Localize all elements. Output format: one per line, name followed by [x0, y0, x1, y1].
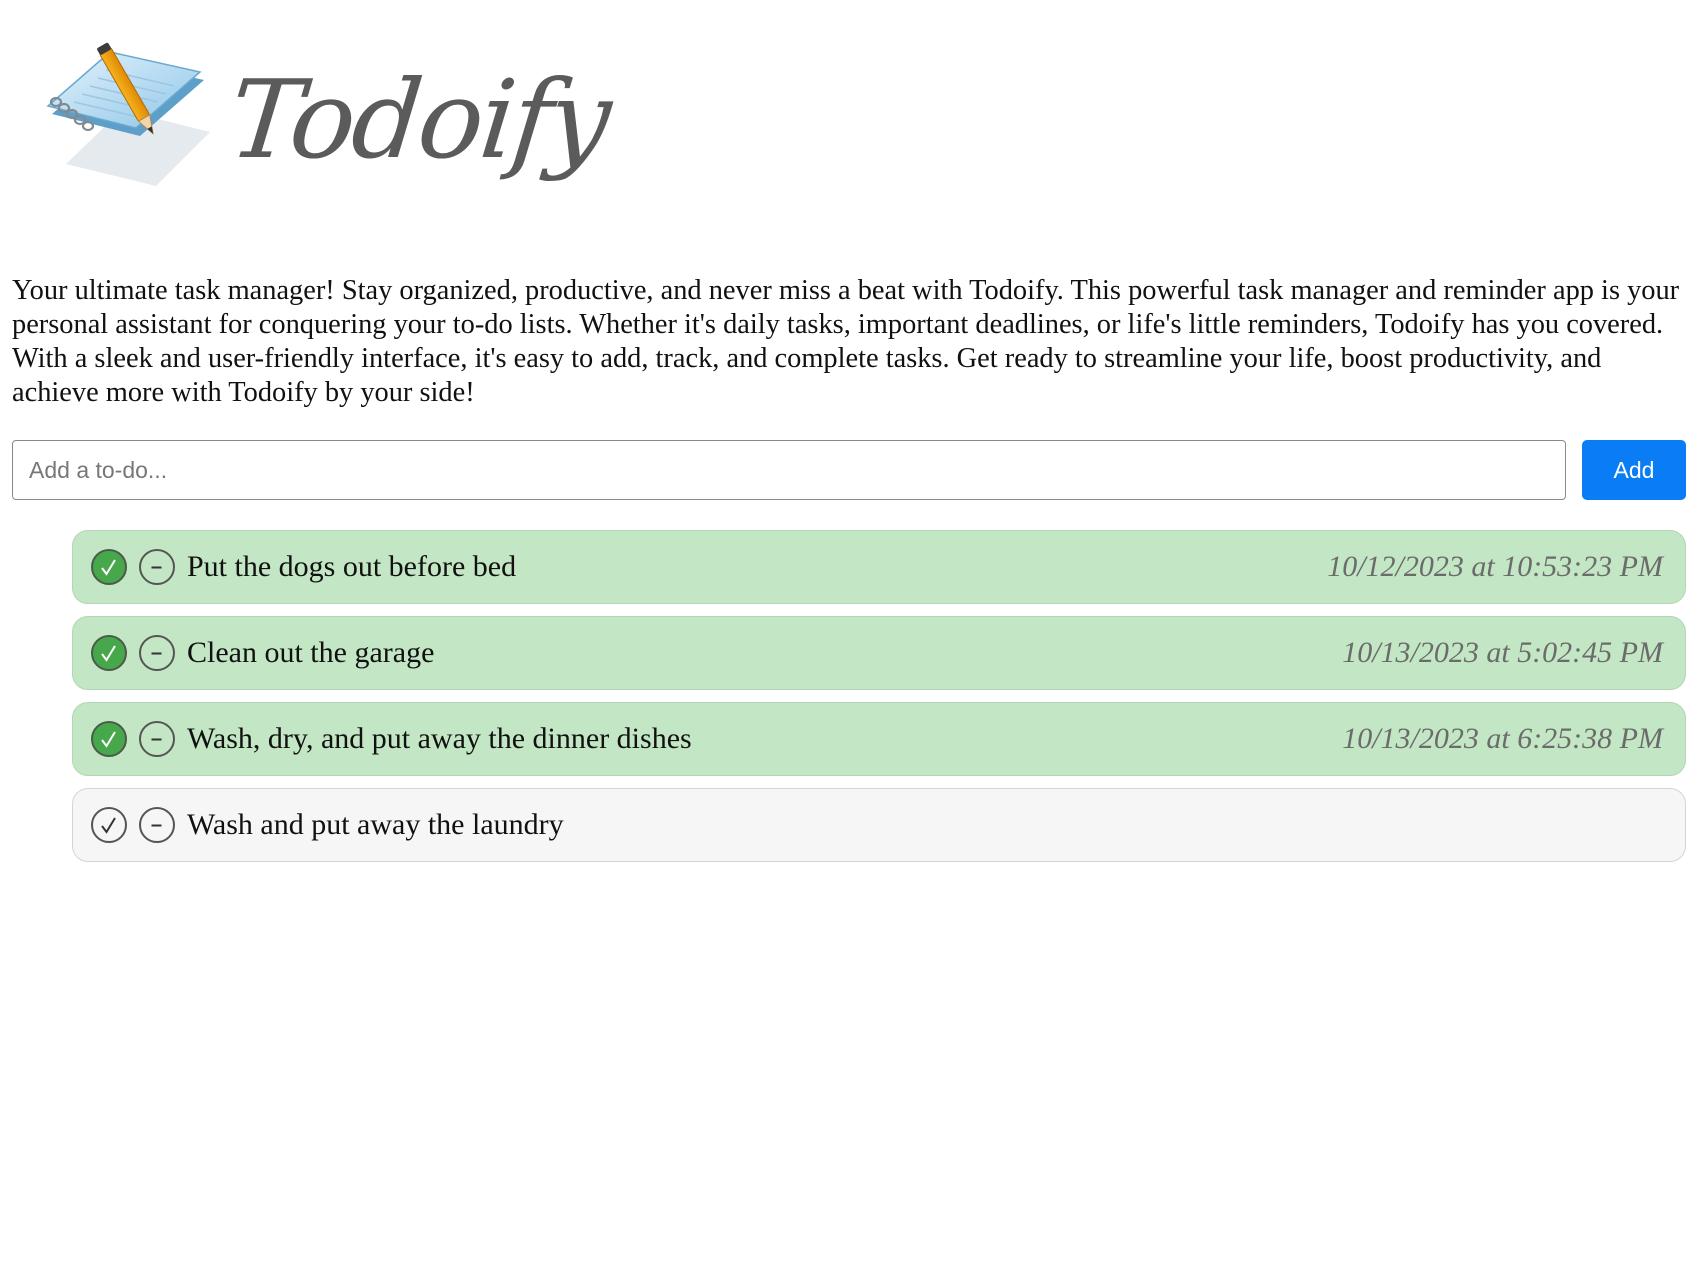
minus-circle-icon	[151, 566, 162, 568]
complete-toggle-button[interactable]	[91, 721, 127, 757]
todoify-page: Todoify Your ultimate task manager! Stay…	[0, 0, 1697, 1261]
todo-input[interactable]	[12, 440, 1566, 500]
todo-completed-at: 10/13/2023 at 6:25:38 PM	[1342, 722, 1663, 755]
todo-text: Wash and put away the laundry	[187, 808, 564, 841]
add-button[interactable]: Add	[1582, 440, 1686, 500]
todo-text: Wash, dry, and put away the dinner dishe…	[187, 722, 692, 755]
complete-toggle-button[interactable]	[91, 807, 127, 843]
todo-item: Wash, dry, and put away the dinner dishe…	[72, 702, 1686, 776]
check-circle-icon	[101, 644, 116, 662]
todo-item: Put the dogs out before bed 10/12/2023 a…	[72, 530, 1686, 604]
remove-todo-button[interactable]	[139, 721, 175, 757]
remove-todo-button[interactable]	[139, 807, 175, 843]
todo-item: Clean out the garage 10/13/2023 at 5:02:…	[72, 616, 1686, 690]
check-circle-icon	[101, 730, 116, 748]
complete-toggle-button[interactable]	[91, 549, 127, 585]
todo-text: Put the dogs out before bed	[187, 550, 517, 583]
complete-toggle-button[interactable]	[91, 635, 127, 671]
remove-todo-button[interactable]	[139, 635, 175, 671]
todo-list: Put the dogs out before bed 10/12/2023 a…	[72, 530, 1686, 874]
app-logo: Todoify	[44, 36, 614, 216]
app-title: Todoify	[223, 58, 614, 183]
minus-circle-icon	[151, 738, 162, 740]
notepad-pencil-icon	[46, 42, 210, 186]
todo-completed-at: 10/13/2023 at 5:02:45 PM	[1342, 636, 1663, 669]
minus-circle-icon	[151, 824, 162, 826]
minus-circle-icon	[151, 652, 162, 654]
todo-completed-at: 10/12/2023 at 10:53:23 PM	[1327, 550, 1663, 583]
check-circle-icon	[101, 558, 116, 576]
check-circle-icon	[101, 816, 116, 834]
add-todo-form: Add	[12, 440, 1686, 500]
todo-item: Wash and put away the laundry	[72, 788, 1686, 862]
todo-text: Clean out the garage	[187, 636, 435, 669]
remove-todo-button[interactable]	[139, 549, 175, 585]
app-description: Your ultimate task manager! Stay organiz…	[12, 275, 1680, 408]
